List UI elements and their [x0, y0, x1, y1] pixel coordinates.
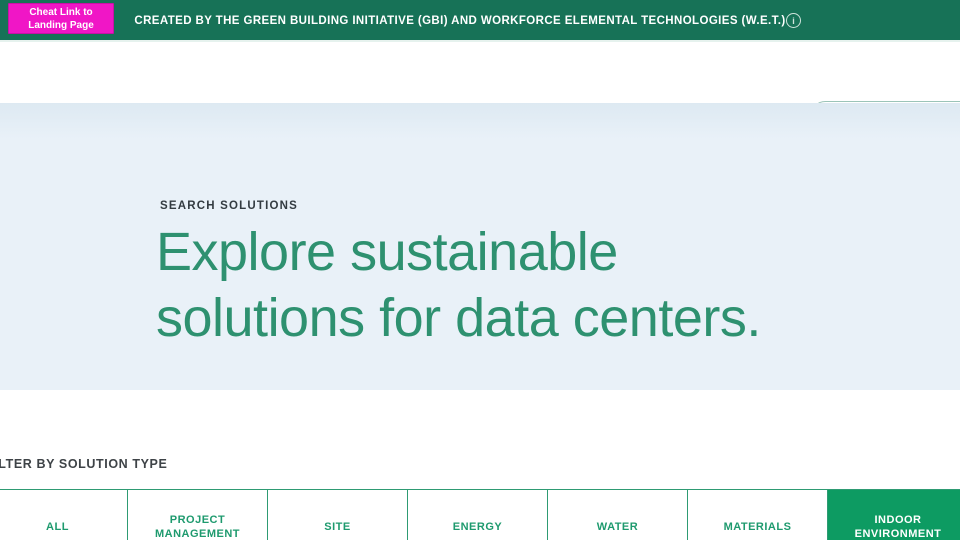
tab-site[interactable]: SITE	[268, 490, 408, 540]
tab-materials-label: MATERIALS	[723, 521, 792, 533]
page-title-line2: solutions for data centers.	[156, 288, 761, 348]
page-title-line1: Explore sustainable	[156, 222, 618, 282]
credit-text: CREATED BY THE GREEN BUILDING INITIATIVE…	[0, 0, 960, 42]
solution-type-tabbar: ALL PROJECT MANAGEMENT SITE ENERGY WATER…	[0, 489, 960, 540]
tab-all-label: ALL	[46, 521, 69, 533]
tab-all[interactable]: ALL	[0, 490, 128, 540]
cheat-link-line1: Cheat Link to	[29, 6, 93, 18]
tab-site-label: SITE	[324, 521, 351, 533]
cheat-link-line2: Landing Page	[28, 19, 94, 31]
tab-energy-label: ENERGY	[452, 521, 503, 533]
tab-materials[interactable]: MATERIALS	[688, 490, 828, 540]
top-banner: CREATED BY THE GREEN BUILDING INITIATIVE…	[0, 0, 960, 42]
info-icon[interactable]: i	[786, 13, 801, 28]
tab-indoor-environment-label: INDOOR ENVIRONMENT	[854, 514, 942, 540]
tab-indoor-environment[interactable]: INDOOR ENVIRONMENT	[828, 490, 960, 540]
tab-project-management[interactable]: PROJECT MANAGEMENT	[128, 490, 268, 540]
page-title: Explore sustainable solutions for data c…	[156, 219, 761, 351]
tab-energy[interactable]: ENERGY	[408, 490, 548, 540]
cheat-link-button[interactable]: Cheat Link to Landing Page	[8, 3, 114, 34]
search-solutions-eyebrow: SEARCH SOLUTIONS	[160, 200, 299, 212]
page: CREATED BY THE GREEN BUILDING INITIATIVE…	[0, 0, 960, 540]
credit-text-label: CREATED BY THE GREEN BUILDING INITIATIVE…	[134, 15, 786, 27]
navbar: SUSTAINABLE DATA CENTER PLAYBOOK HOME GB…	[0, 44, 960, 132]
tab-water[interactable]: WATER	[548, 490, 688, 540]
tab-water-label: WATER	[596, 521, 639, 533]
filter-by-solution-type-label: FILTER BY SOLUTION TYPE	[0, 457, 168, 471]
tab-project-management-label: PROJECT MANAGEMENT	[154, 514, 241, 540]
